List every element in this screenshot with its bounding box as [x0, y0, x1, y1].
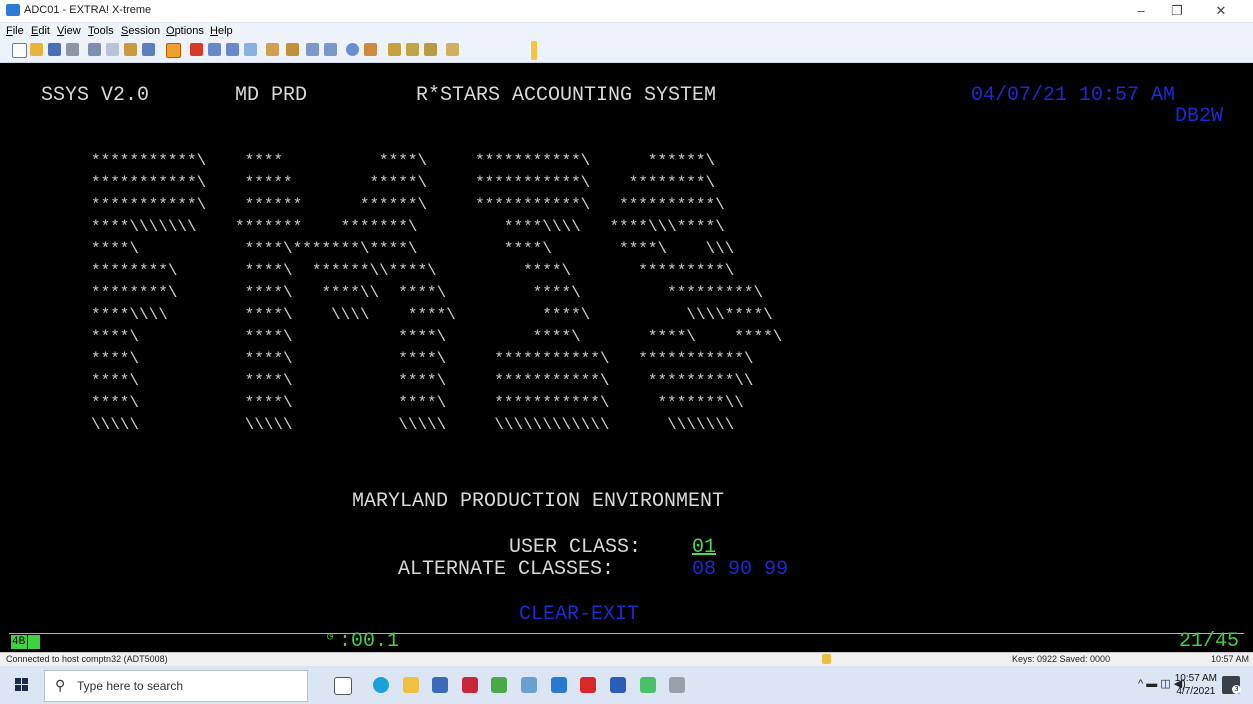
- tool-g-icon[interactable]: [388, 43, 401, 56]
- tool-h-icon[interactable]: [406, 43, 419, 56]
- clear-exit-hint: CLEAR-EXIT: [519, 603, 640, 626]
- timer-icon: ◷: [327, 632, 334, 643]
- tool-i-icon[interactable]: [424, 43, 437, 56]
- taskbar: ⚲ Type here to search ^ ▬ ◫ ◀) 10:57 AM …: [0, 666, 1253, 704]
- menu-options[interactable]: Options: [166, 25, 204, 37]
- acrobat-icon[interactable]: [580, 677, 596, 693]
- extra-terminal-icon[interactable]: [640, 677, 656, 693]
- tool-j-icon[interactable]: [446, 43, 459, 56]
- logo-line: ********\ ****\ ******\\****\ ****\ ****…: [91, 262, 735, 280]
- print-icon[interactable]: [66, 43, 79, 56]
- menu-session[interactable]: Session: [121, 25, 160, 37]
- logo-line: ****\ ****\ ****\ ***********\ *********…: [91, 350, 754, 368]
- status-time: 10:57 AM: [1211, 654, 1250, 664]
- alternate-classes-label: ALTERNATE CLASSES:: [398, 558, 615, 581]
- logo-line: ***********\ **** ****\ ***********\ ***…: [91, 152, 716, 170]
- cursor-position: 21/45: [1179, 630, 1240, 653]
- db-id: DB2W: [1175, 105, 1224, 128]
- logo-line: ****\ ****\ ****\ ****\ ****\ ****\: [91, 328, 783, 346]
- minimize-button[interactable]: –: [1123, 2, 1159, 20]
- save-icon[interactable]: [48, 43, 61, 56]
- oia-label: 4B: [12, 636, 26, 648]
- pen-icon[interactable]: [190, 43, 203, 56]
- user-class-field[interactable]: 01: [692, 536, 716, 559]
- alternate-classes-values: 08 90 99: [692, 558, 789, 581]
- menu-tools[interactable]: Tools: [88, 25, 114, 37]
- lock-icon: [822, 654, 831, 664]
- teams-icon[interactable]: [521, 677, 537, 693]
- window-title: ADC01 - EXTRA! X-treme: [24, 4, 152, 16]
- word-icon[interactable]: [610, 677, 626, 693]
- edge-icon[interactable]: [373, 677, 389, 693]
- clock-date: 4/7/2021: [1176, 686, 1216, 697]
- restore-button[interactable]: ❐: [1159, 2, 1195, 20]
- logo-line: \\\\\ \\\\\ \\\\\ \\\\\\\\\\\\ \\\\\\\: [91, 416, 735, 434]
- open-icon[interactable]: [30, 43, 43, 56]
- arrow-right-icon[interactable]: [226, 43, 239, 56]
- environment-label: MARYLAND PRODUCTION ENVIRONMENT: [352, 490, 725, 513]
- oia-cursor-block: [28, 635, 40, 649]
- app-gear-icon[interactable]: [669, 677, 685, 693]
- undo-icon[interactable]: [142, 43, 155, 56]
- menu-edit[interactable]: Edit: [31, 25, 50, 37]
- app-icon: [6, 4, 20, 16]
- logo-line: ****\ ****\*******\****\ ****\ ****\ \\\: [91, 240, 735, 258]
- logo-line: ***********\ ****** ******\ ***********\…: [91, 196, 725, 214]
- logo-line: ***********\ ***** *****\ ***********\ *…: [91, 174, 716, 192]
- store-icon[interactable]: [432, 677, 448, 693]
- tool-e-icon[interactable]: [346, 43, 359, 56]
- menu-file[interactable]: File: [6, 25, 24, 37]
- logo-line: ****\\\\ ****\ \\\\ ****\ ****\ \\\\****…: [91, 306, 773, 324]
- cut-icon[interactable]: [88, 43, 101, 56]
- home-icon[interactable]: [244, 43, 257, 56]
- clock-time: 10:57 AM: [1174, 673, 1217, 684]
- windows-start-icon[interactable]: [15, 678, 29, 692]
- notification-icon[interactable]: 3: [1222, 676, 1241, 694]
- notification-count: 3: [1232, 685, 1241, 694]
- tool-b-icon[interactable]: [286, 43, 299, 56]
- logo-line: ****\ ****\ ****\ ***********\ *********…: [91, 372, 754, 390]
- user-class-label: USER CLASS:: [509, 536, 642, 559]
- copy-icon[interactable]: [106, 43, 119, 56]
- oia-indicator: 4B: [11, 635, 27, 649]
- taskbar-search[interactable]: ⚲ Type here to search: [44, 670, 308, 702]
- toolbar-grip[interactable]: [531, 41, 537, 60]
- system-name: R*STARS ACCOUNTING SYSTEM: [416, 84, 717, 107]
- system-id: SSYS V2.0: [41, 84, 150, 107]
- terminal-screen[interactable]: SSYS V2.0 MD PRD R*STARS ACCOUNTING SYST…: [9, 78, 1244, 633]
- close-button[interactable]: ✕: [1203, 2, 1239, 20]
- window-title-bar: ADC01 - EXTRA! X-treme – ❐ ✕: [0, 0, 1253, 22]
- keys-saved: Keys: 0922 Saved: 0000: [1012, 654, 1111, 664]
- search-placeholder: Type here to search: [77, 679, 184, 693]
- menu-help[interactable]: Help: [210, 25, 233, 37]
- file-explorer-icon[interactable]: [403, 677, 419, 693]
- logo-line: ****\ ****\ ****\ ***********\ *******\\: [91, 394, 744, 412]
- arrow-left-icon[interactable]: [208, 43, 221, 56]
- new-session-icon[interactable]: [12, 43, 27, 58]
- elapsed-time: :00.1: [339, 630, 400, 653]
- toolbar: [0, 40, 1253, 63]
- datetime: 04/07/21 10:57 AM: [971, 84, 1176, 107]
- logo-line: ****\\\\\\\ ******* *******\ ****\\\\ **…: [91, 218, 725, 236]
- logo-line: ********\ ****\ ****\\ ****\ ****\ *****…: [91, 284, 764, 302]
- search-icon: ⚲: [55, 677, 66, 693]
- menu-view[interactable]: View: [57, 25, 81, 37]
- task-view-icon[interactable]: [334, 677, 352, 695]
- menu-bar: File Edit View Tools Session Options Hel…: [0, 22, 1253, 41]
- taskbar-clock[interactable]: 10:57 AM 4/7/2021: [1175, 672, 1217, 698]
- paste-icon[interactable]: [124, 43, 137, 56]
- tool-a-icon[interactable]: [266, 43, 279, 56]
- macro-icon[interactable]: [166, 43, 181, 58]
- terminal-status-line: 4B ◷ :00.1 21/45: [9, 630, 1244, 653]
- tool-d-icon[interactable]: [324, 43, 337, 56]
- status-bar: Connected to host comptn32 (ADT5008) Key…: [0, 652, 1253, 667]
- tool-c-icon[interactable]: [306, 43, 319, 56]
- region-label: MD PRD: [235, 84, 308, 107]
- rsa-icon[interactable]: [462, 677, 478, 693]
- app-green-icon[interactable]: [491, 677, 507, 693]
- outlook-icon[interactable]: [551, 677, 567, 693]
- connection-status: Connected to host comptn32 (ADT5008): [6, 654, 168, 664]
- tool-f-icon[interactable]: [364, 43, 377, 56]
